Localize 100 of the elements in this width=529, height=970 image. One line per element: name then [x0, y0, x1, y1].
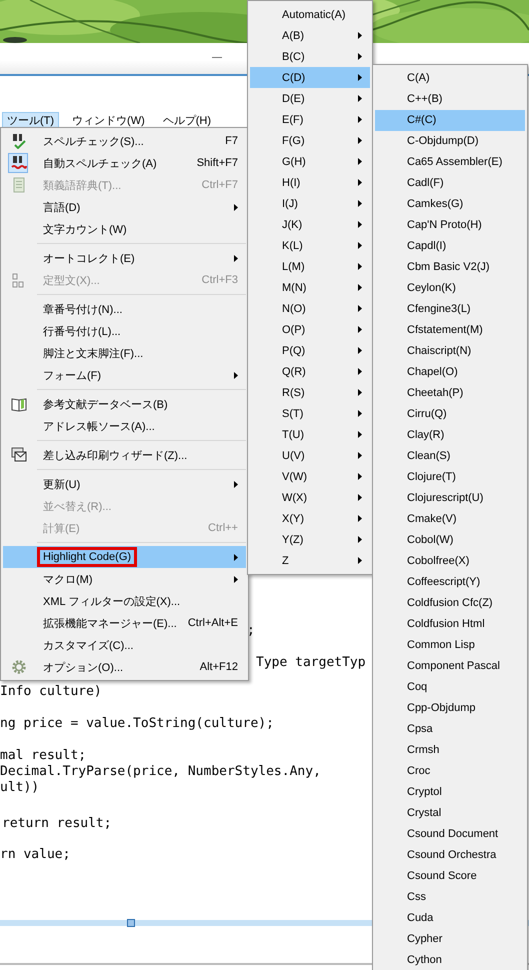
- menu-item[interactable]: Capdl(I): [375, 236, 525, 257]
- menu-item[interactable]: N(O): [250, 298, 370, 319]
- menu-item[interactable]: Common Lisp: [375, 635, 525, 656]
- menu-item[interactable]: Cuda: [375, 908, 525, 929]
- menu-item[interactable]: Cmake(V): [375, 509, 525, 530]
- menu-item[interactable]: 言語(D): [3, 196, 246, 218]
- menu-item[interactable]: O(P): [250, 319, 370, 340]
- menu-item[interactable]: Ceylon(K): [375, 278, 525, 299]
- menu-item[interactable]: Clean(S): [375, 446, 525, 467]
- menu-item[interactable]: Clay(R): [375, 425, 525, 446]
- menu-item[interactable]: Csound Document: [375, 824, 525, 845]
- submenu-arrow-icon: [358, 179, 362, 186]
- menu-item[interactable]: Cfstatement(M): [375, 320, 525, 341]
- menu-item[interactable]: Coldfusion Cfc(Z): [375, 593, 525, 614]
- submenu-arrow-icon: [358, 368, 362, 375]
- menu-item[interactable]: オプション(O)... Alt+F12: [3, 656, 246, 678]
- menu-item[interactable]: Y(Z): [250, 529, 370, 550]
- menu-item[interactable]: Chapel(O): [375, 362, 525, 383]
- menu-item[interactable]: Crystal: [375, 803, 525, 824]
- menu-item[interactable]: F(G): [250, 130, 370, 151]
- menu-item[interactable]: Cobol(W): [375, 530, 525, 551]
- menu-item[interactable]: アドレス帳ソース(A)...: [3, 415, 246, 437]
- menu-item[interactable]: Clojure(T): [375, 467, 525, 488]
- submenu-arrow-icon: [358, 32, 362, 39]
- menu-item[interactable]: Csound Orchestra: [375, 845, 525, 866]
- menu-item[interactable]: Q(R): [250, 361, 370, 382]
- menu-item[interactable]: フォーム(F): [3, 364, 246, 386]
- menu-item[interactable]: K(L): [250, 235, 370, 256]
- menu-item[interactable]: マクロ(M): [3, 568, 246, 590]
- menu-item[interactable]: E(F): [250, 109, 370, 130]
- menu-item[interactable]: C++(B): [375, 89, 525, 110]
- menu-item[interactable]: Camkes(G): [375, 194, 525, 215]
- menu-item[interactable]: Cypher: [375, 929, 525, 950]
- menu-item[interactable]: Automatic(A): [250, 4, 370, 25]
- submenu-arrow-icon: [358, 494, 362, 501]
- menu-item[interactable]: Component Pascal: [375, 656, 525, 677]
- menu-item[interactable]: 差し込み印刷ウィザード(Z)...: [3, 444, 246, 466]
- menu-item[interactable]: H(I): [250, 172, 370, 193]
- menu-item[interactable]: L(M): [250, 256, 370, 277]
- menu-item[interactable]: Cfengine3(L): [375, 299, 525, 320]
- menu-item[interactable]: B(C): [250, 46, 370, 67]
- menu-item[interactable]: Css: [375, 887, 525, 908]
- menu-item[interactable]: V(W): [250, 466, 370, 487]
- menu-item[interactable]: A(B): [250, 25, 370, 46]
- menu-item[interactable]: XML フィルターの設定(X)...: [3, 590, 246, 612]
- menu-item[interactable]: Cpsa: [375, 719, 525, 740]
- menu-item[interactable]: U(V): [250, 445, 370, 466]
- menu-item[interactable]: Cbm Basic V2(J): [375, 257, 525, 278]
- menu-item[interactable]: Clojurescript(U): [375, 488, 525, 509]
- menu-item[interactable]: Coldfusion Html: [375, 614, 525, 635]
- menu-item[interactable]: C(A): [375, 68, 525, 89]
- menu-item[interactable]: Ca65 Assembler(E): [375, 152, 525, 173]
- menu-item[interactable]: I(J): [250, 193, 370, 214]
- menu-item[interactable]: Cheetah(P): [375, 383, 525, 404]
- code-line: Info culture): [0, 684, 102, 700]
- menu-item[interactable]: 参考文献データベース(B): [3, 393, 246, 415]
- menu-item[interactable]: Crmsh: [375, 740, 525, 761]
- menu-item[interactable]: 文字カウント(W): [3, 218, 246, 240]
- menu-item[interactable]: Cobolfree(X): [375, 551, 525, 572]
- menu-item[interactable]: C-Objdump(D): [375, 131, 525, 152]
- menu-item[interactable]: 拡張機能マネージャー(E)... Ctrl+Alt+E: [3, 612, 246, 634]
- menu-item[interactable]: Csound Score: [375, 866, 525, 887]
- menu-item[interactable]: Croc: [375, 761, 525, 782]
- menu-item[interactable]: 更新(U): [3, 473, 246, 495]
- menu-item[interactable]: オートコレクト(E): [3, 247, 246, 269]
- menu-item[interactable]: C(D): [250, 67, 370, 88]
- menu-item[interactable]: R(S): [250, 382, 370, 403]
- book-icon: [11, 177, 27, 193]
- menu-item[interactable]: 行番号付け(L)...: [3, 320, 246, 342]
- menu-item[interactable]: スペルチェック(S)... F7: [3, 130, 246, 152]
- menu-item[interactable]: Cython: [375, 950, 525, 970]
- menu-item[interactable]: G(H): [250, 151, 370, 172]
- menu-item[interactable]: 脚注と文末脚注(F)...: [3, 342, 246, 364]
- menu-item[interactable]: Cryptol: [375, 782, 525, 803]
- menu-item[interactable]: 章番号付け(N)...: [3, 298, 246, 320]
- menu-item[interactable]: Coffeescript(Y): [375, 572, 525, 593]
- submenu-arrow-icon: [358, 242, 362, 249]
- menu-item[interactable]: Cirru(Q): [375, 404, 525, 425]
- menu-item[interactable]: W(X): [250, 487, 370, 508]
- menu-item[interactable]: S(T): [250, 403, 370, 424]
- menu-item[interactable]: Cpp-Objdump: [375, 698, 525, 719]
- menu-item[interactable]: C#(C): [375, 110, 525, 131]
- submenu-arrow-icon: [358, 200, 362, 207]
- menu-item[interactable]: カスタマイズ(C)...: [3, 634, 246, 656]
- menu-item[interactable]: Z: [250, 550, 370, 571]
- ruler-marker-icon[interactable]: [127, 919, 135, 927]
- menu-item[interactable]: T(U): [250, 424, 370, 445]
- menu-item[interactable]: 自動スペルチェック(A) Shift+F7: [3, 152, 246, 174]
- menu-item[interactable]: D(E): [250, 88, 370, 109]
- menu-item[interactable]: Coq: [375, 677, 525, 698]
- menu-bar-item[interactable]: ヘルプ(H): [158, 112, 216, 129]
- menu-item[interactable]: M(N): [250, 277, 370, 298]
- menu-item[interactable]: Cap'N Proto(H): [375, 215, 525, 236]
- menu-item[interactable]: X(Y): [250, 508, 370, 529]
- menu-item[interactable]: Highlight Code(G): [3, 546, 246, 568]
- menu-item[interactable]: J(K): [250, 214, 370, 235]
- menu-bar-item[interactable]: ウィンドウ(W): [67, 112, 150, 129]
- menu-item[interactable]: Cadl(F): [375, 173, 525, 194]
- menu-item[interactable]: P(Q): [250, 340, 370, 361]
- menu-item[interactable]: Chaiscript(N): [375, 341, 525, 362]
